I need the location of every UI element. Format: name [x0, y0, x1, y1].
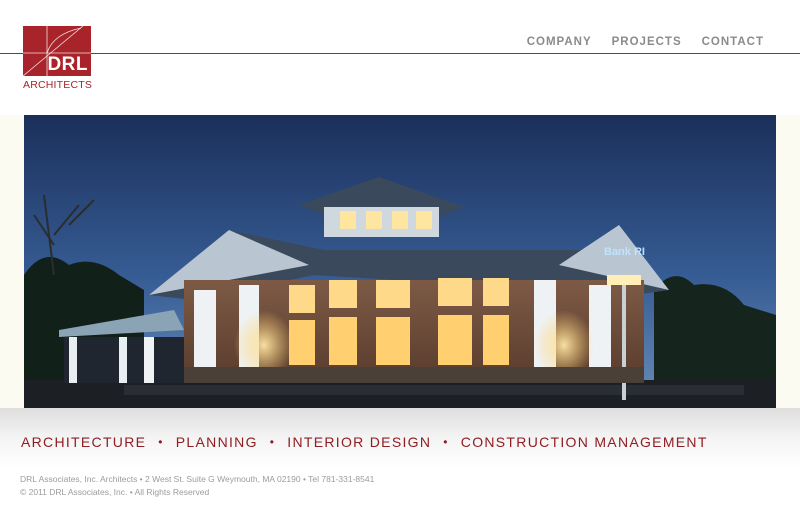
- logo-wordmark: DRL: [47, 54, 88, 75]
- main-nav: COMPANY PROJECTS CONTACT: [527, 36, 764, 48]
- logo-subtitle: ARCHITECTS: [23, 79, 93, 91]
- service-planning: PLANNING: [175, 434, 258, 450]
- footer-copyright: © 2011 DRL Associates, Inc. • All Rights…: [20, 487, 210, 497]
- service-architecture: ARCHITECTURE: [21, 434, 147, 450]
- nav-item-contact[interactable]: CONTACT: [702, 36, 764, 48]
- nav-item-company[interactable]: COMPANY: [527, 36, 592, 48]
- site-header: DRL ARCHITECTS COMPANY PROJECTS CONTACT: [0, 0, 800, 115]
- building-at-dusk-image: Bank RI: [24, 115, 776, 408]
- bullet-separator: •: [443, 435, 449, 449]
- header-rule: [0, 53, 800, 54]
- bullet-separator: •: [158, 435, 164, 449]
- building-sign: Bank RI: [604, 246, 645, 258]
- bullet-separator: •: [269, 435, 276, 449]
- service-interior-design: INTERIOR DESIGN: [287, 434, 432, 450]
- drl-logo[interactable]: DRL ARCHITECTS: [23, 26, 93, 96]
- nav-item-projects[interactable]: PROJECTS: [612, 36, 682, 48]
- hero-photo: Bank RI: [24, 115, 776, 408]
- footer-band: [0, 408, 800, 518]
- logo-red-square: DRL: [23, 26, 91, 76]
- footer-address: DRL Associates, Inc. Architects • 2 West…: [20, 474, 375, 484]
- service-construction-management: CONSTRUCTION MANAGEMENT: [460, 434, 708, 450]
- services-list: ARCHITECTURE • PLANNING • INTERIOR DESIG…: [21, 434, 708, 450]
